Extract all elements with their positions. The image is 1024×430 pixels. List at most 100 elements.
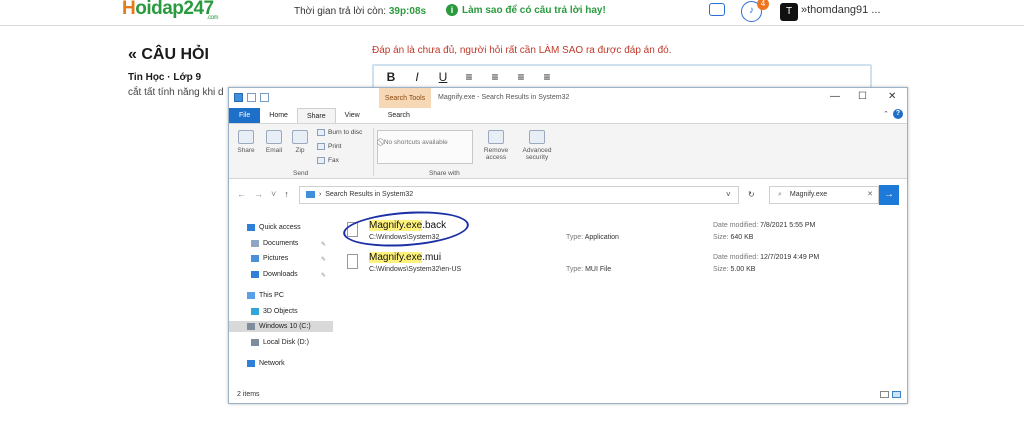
address-dropdown-icon[interactable]: ˅ xyxy=(726,190,731,199)
share-icon xyxy=(238,130,254,144)
clear-search-icon[interactable]: ✕ xyxy=(867,187,873,203)
file-path: C:\Windows\System32\en-US xyxy=(369,266,462,273)
file-name: Magnify.exe.mui xyxy=(369,252,442,263)
ribbon-separator xyxy=(373,128,374,176)
file-type: Type: MUI File xyxy=(566,266,612,273)
pin-icon[interactable]: ✎ xyxy=(321,272,326,279)
info-icon: i xyxy=(446,4,458,16)
nav-item-quick-access[interactable]: Quick access xyxy=(247,224,301,231)
tab-share[interactable]: Share xyxy=(296,108,336,123)
nav-item-network[interactable]: Network xyxy=(247,360,285,367)
editor-toolbar: B I U ≡ ≡ ≡ ≡ xyxy=(384,70,554,84)
search-results-list: Magnify.exe.back C:\Windows\System32 Typ… xyxy=(341,212,901,382)
forward-arrow-icon[interactable]: → xyxy=(254,189,263,199)
align-right-button[interactable]: ≡ xyxy=(514,70,528,84)
file-size: Size: 640 KB xyxy=(713,234,754,241)
notification-badge: 4 xyxy=(757,0,769,10)
nav-item-pictures[interactable]: Pictures xyxy=(251,255,288,262)
share-button[interactable]: Share xyxy=(235,130,257,154)
file-icon xyxy=(347,222,358,237)
ribbon-help-area: ⌃ ? xyxy=(883,109,903,119)
navigation-pane: Quick access Documents ✎ Pictures ✎ Down… xyxy=(229,212,337,382)
quick-access-toolbar xyxy=(234,93,269,102)
file-type: Type: Application xyxy=(566,234,619,241)
site-logo[interactable]: Hoidap247 .com xyxy=(122,0,219,21)
security-icon xyxy=(529,130,545,144)
maximize-button[interactable]: ☐ xyxy=(858,91,867,102)
chat-icon[interactable] xyxy=(709,3,725,16)
close-button[interactable]: ✕ xyxy=(888,91,896,102)
documents-icon xyxy=(251,240,259,247)
ribbon-share: Share Email Zip Burn to disc Print Fax S… xyxy=(229,123,907,179)
zip-icon xyxy=(292,130,308,144)
computer-icon xyxy=(247,292,255,299)
pictures-icon xyxy=(251,255,259,262)
up-arrow-icon[interactable]: ↑ xyxy=(284,189,289,199)
drive-icon xyxy=(251,339,259,346)
answer-notice: Đáp án là chưa đủ, người hỏi rất cần LÀM… xyxy=(372,45,672,56)
file-row[interactable]: Magnify.exe.mui C:\Windows\System32\en-U… xyxy=(341,252,901,280)
fax-icon xyxy=(317,157,325,164)
avatar[interactable]: T xyxy=(780,3,798,21)
folder-icon xyxy=(306,190,315,198)
align-left-button[interactable]: ≡ xyxy=(462,70,476,84)
italic-button[interactable]: I xyxy=(410,70,424,84)
minimize-button[interactable]: — xyxy=(830,91,840,102)
nav-item-local-disk-d[interactable]: Local Disk (D:) xyxy=(251,339,309,346)
details-view-icon[interactable] xyxy=(880,391,889,398)
tab-search[interactable]: Search xyxy=(379,108,419,123)
fax-button[interactable]: Fax xyxy=(317,157,339,164)
print-button[interactable]: Print xyxy=(317,143,341,150)
search-go-button[interactable]: → xyxy=(879,185,899,205)
back-arrow-icon[interactable]: ← xyxy=(237,189,246,199)
username-menu[interactable]: »thomdang91 ... xyxy=(801,4,881,16)
zip-button[interactable]: Zip xyxy=(291,130,309,154)
underline-button[interactable]: U xyxy=(436,70,450,84)
bold-button[interactable]: B xyxy=(384,70,398,84)
network-icon xyxy=(247,360,255,367)
printer-icon xyxy=(317,143,325,150)
align-justify-button[interactable]: ≡ xyxy=(540,70,554,84)
recent-chevron-icon[interactable]: ˅ xyxy=(271,189,276,199)
large-icons-view-icon[interactable] xyxy=(892,391,901,398)
download-icon xyxy=(251,271,259,278)
file-size: Size: 5.00 KB xyxy=(713,266,756,273)
nav-item-documents[interactable]: Documents xyxy=(251,240,298,247)
view-toggle xyxy=(880,391,901,398)
file-name: Magnify.exe.back xyxy=(369,220,447,231)
answer-timer: Thời gian trả lời còn: 39p:08s xyxy=(294,6,427,17)
folder-icon xyxy=(234,93,243,102)
collapse-ribbon-icon[interactable]: ⌃ xyxy=(883,110,889,118)
file-row[interactable]: Magnify.exe.back C:\Windows\System32 Typ… xyxy=(341,220,901,248)
properties-icon[interactable] xyxy=(247,93,256,102)
status-bar-item-count: 2 items xyxy=(237,391,260,398)
remove-access-button[interactable]: Remove access xyxy=(481,130,511,161)
question-subject[interactable]: Tin Học · Lớp 9 xyxy=(128,72,201,83)
answer-hint-link[interactable]: i Làm sao để có câu trả lời hay! xyxy=(446,4,606,16)
refresh-icon[interactable]: ↻ xyxy=(748,190,755,199)
nav-item-this-pc[interactable]: This PC xyxy=(247,292,284,299)
share-shortcuts-list[interactable]: ⃠ No shortcuts available xyxy=(377,130,473,164)
align-center-button[interactable]: ≡ xyxy=(488,70,502,84)
file-icon xyxy=(347,254,358,269)
nav-item-3d-objects[interactable]: 3D Objects xyxy=(251,308,298,315)
address-bar[interactable]: › Search Results in System32 xyxy=(299,186,739,204)
file-explorer-window: Search Tools Magnify.exe - Search Result… xyxy=(228,87,908,404)
tab-view[interactable]: View xyxy=(336,108,369,123)
address-row: ← → ˅ ↑ › Search Results in System32 ˅ ↻… xyxy=(229,185,907,205)
search-input[interactable]: ⌕ Magnify.exe ✕ xyxy=(769,186,879,204)
pin-icon[interactable]: ✎ xyxy=(321,256,326,263)
advanced-security-button[interactable]: Advanced security xyxy=(519,130,555,161)
nav-item-downloads[interactable]: Downloads xyxy=(251,271,298,278)
tab-file[interactable]: File xyxy=(229,108,261,123)
tab-home[interactable]: Home xyxy=(260,108,297,123)
burn-to-disc-button[interactable]: Burn to disc xyxy=(317,129,362,136)
group-label-send: Send xyxy=(293,170,309,177)
help-icon[interactable]: ? xyxy=(893,109,903,119)
nav-item-windows-c[interactable]: Windows 10 (C:) xyxy=(229,321,333,332)
new-folder-icon[interactable] xyxy=(260,93,269,102)
title-bar[interactable]: Search Tools Magnify.exe - Search Result… xyxy=(229,88,907,108)
page-title: « CÂU HỎI xyxy=(128,46,209,63)
pin-icon[interactable]: ✎ xyxy=(321,241,326,248)
email-button[interactable]: Email xyxy=(263,130,285,154)
